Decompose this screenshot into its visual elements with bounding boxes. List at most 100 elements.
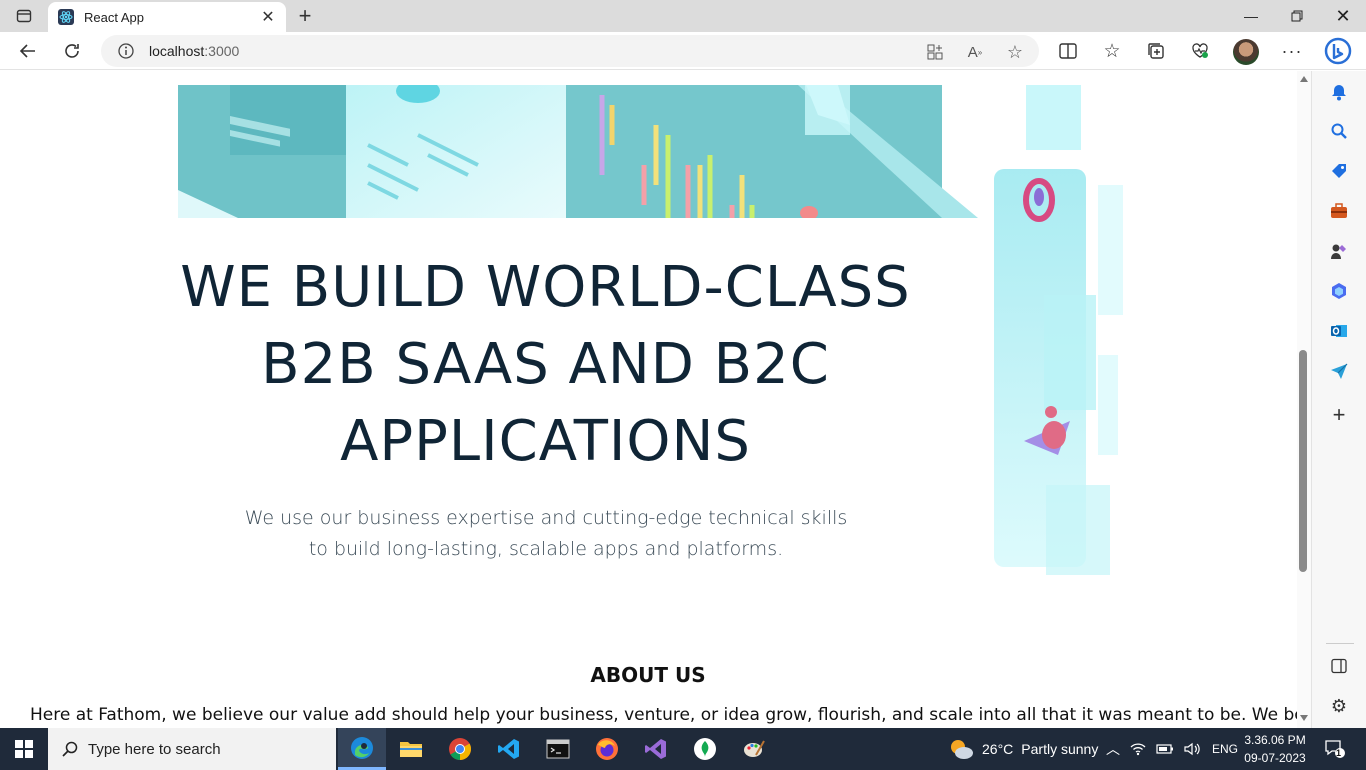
clock-time: 3.36.06 PM [1244,733,1306,747]
back-button[interactable] [13,36,43,66]
send-drop-icon[interactable] [1328,360,1350,382]
outlook-icon[interactable] [1328,320,1350,342]
about-us-heading: ABOUT US [590,663,706,687]
taskbar-terminal[interactable] [534,728,582,770]
taskbar-clock[interactable]: 3.36.06 PM 09-07-2023 [1240,731,1310,767]
split-screen-icon [1059,43,1077,59]
minimize-button[interactable]: — [1228,0,1274,32]
settings-more-button[interactable]: ··· [1277,36,1307,66]
volume-icon[interactable] [1184,742,1202,756]
visual-studio-icon [645,739,666,759]
bing-icon [1324,37,1352,65]
refresh-button[interactable] [57,36,87,66]
firefox-icon [596,738,618,760]
about-us-paragraph: Here at Fathom, we believe our value add… [30,705,1311,725]
favorites-icon: ☆ [1103,40,1121,62]
folder-icon [400,742,422,757]
hero-subtext: We use our business expertise and cuttin… [244,507,848,560]
clock-date: 09-07-2023 [1244,751,1306,765]
edge-sidebar: + ⚙ [1311,71,1366,728]
edge-browser-icon [351,736,373,759]
split-screen-button[interactable] [1053,36,1083,66]
hide-sidebar-icon[interactable] [1328,655,1350,677]
taskbar-mongodb-compass[interactable] [681,728,729,770]
back-arrow-icon [19,44,35,58]
restore-button[interactable] [1274,0,1320,32]
paint-palette-icon [744,740,765,757]
scroll-up-arrow-icon[interactable] [1300,76,1308,82]
weather-description: Partly sunny [1021,741,1099,757]
notification-icon [1325,740,1345,758]
bing-chat-button[interactable] [1323,36,1353,66]
chrome-icon [449,738,471,760]
wifi-icon[interactable] [1130,742,1146,756]
start-button[interactable] [0,728,48,770]
taskbar-vscode[interactable] [485,728,533,770]
scroll-down-arrow-icon[interactable] [1300,715,1308,721]
scrollbar-thumb[interactable] [1299,350,1307,572]
weather-widget[interactable]: 26°C Partly sunny [948,728,1098,770]
search-icon [62,741,78,757]
search-icon[interactable] [1328,120,1350,142]
address-bar[interactable]: localhost:3000 A» ☆ [101,35,1039,67]
app-available-icon[interactable] [924,41,946,63]
tab-title: React App [84,9,144,25]
taskbar-firefox[interactable] [583,728,631,770]
read-aloud-icon[interactable]: A» [964,41,986,63]
notification-count-badge: 1 [1336,748,1342,758]
mongodb-leaf-icon [694,738,716,760]
close-tab-icon[interactable]: ✕ [256,5,280,29]
show-hidden-icons-chevron-icon[interactable]: ︿ [1106,739,1120,759]
taskbar-edge[interactable] [338,728,386,770]
input-language[interactable]: ENG [1212,742,1238,756]
notification-center-button[interactable]: 1 [1318,736,1352,762]
sidebar-divider [1326,643,1354,644]
taskbar-paint[interactable] [730,728,778,770]
hero-headline: WE BUILD WORLD-CLASS B2B SAAS AND B2C AP… [178,249,913,480]
tab-strip: React App ✕ + — ✕ [0,0,1366,32]
system-tray: ︿ ENG [1106,728,1238,770]
collections-button[interactable] [1141,36,1171,66]
profile-avatar[interactable] [1233,39,1259,65]
taskbar-chrome[interactable] [436,728,484,770]
favorites-button[interactable]: ☆ [1097,36,1127,66]
terminal-icon [546,739,570,759]
more-dots-icon: ··· [1281,40,1303,61]
refresh-icon [65,44,79,58]
browser-toolbar: localhost:3000 A» ☆ ☆ ··· [0,32,1366,70]
weather-temperature: 26°C [982,741,1014,757]
site-info-icon[interactable] [117,42,135,60]
search-placeholder: Type here to search [88,740,221,758]
new-tab-button[interactable]: + [292,3,318,28]
restore-icon [1291,10,1303,22]
windows-logo-icon [15,740,33,758]
performance-button[interactable] [1185,36,1215,66]
add-sidebar-app-icon[interactable]: + [1328,402,1350,427]
notifications-bell-icon[interactable] [1328,81,1350,103]
close-window-button[interactable]: ✕ [1320,0,1366,32]
headline-line-1: WE BUILD WORLD-CLASS [180,255,911,320]
favorite-star-icon[interactable]: ☆ [1004,41,1026,63]
shopping-tag-icon[interactable] [1328,160,1350,182]
collections-icon [1148,43,1164,59]
microsoft-365-icon[interactable] [1328,280,1350,302]
headline-line-2: B2B SAAS AND B2C [261,332,830,397]
windows-taskbar: Type here to search 26°C Partly sunny ︿ … [0,728,1366,770]
partly-sunny-icon [951,740,973,759]
tools-briefcase-icon[interactable] [1328,200,1350,222]
headline-line-3: APPLICATIONS [340,409,751,474]
page-content: WE BUILD WORLD-CLASS B2B SAAS AND B2C AP… [0,71,1311,728]
tab-actions-icon [16,9,32,23]
url-text: localhost:3000 [149,43,240,59]
browser-tab[interactable]: React App ✕ [48,2,286,32]
sidebar-settings-gear-icon[interactable]: ⚙ [1328,695,1350,717]
tab-actions-button[interactable] [8,5,40,27]
games-icon[interactable] [1328,240,1350,262]
taskbar-visual-studio[interactable] [632,728,680,770]
heart-pulse-icon [1192,43,1208,58]
taskbar-search-box[interactable]: Type here to search [48,728,336,770]
battery-icon[interactable] [1156,743,1174,755]
vscode-icon [498,739,519,759]
react-favicon-icon [58,9,74,25]
taskbar-file-explorer[interactable] [387,728,435,770]
